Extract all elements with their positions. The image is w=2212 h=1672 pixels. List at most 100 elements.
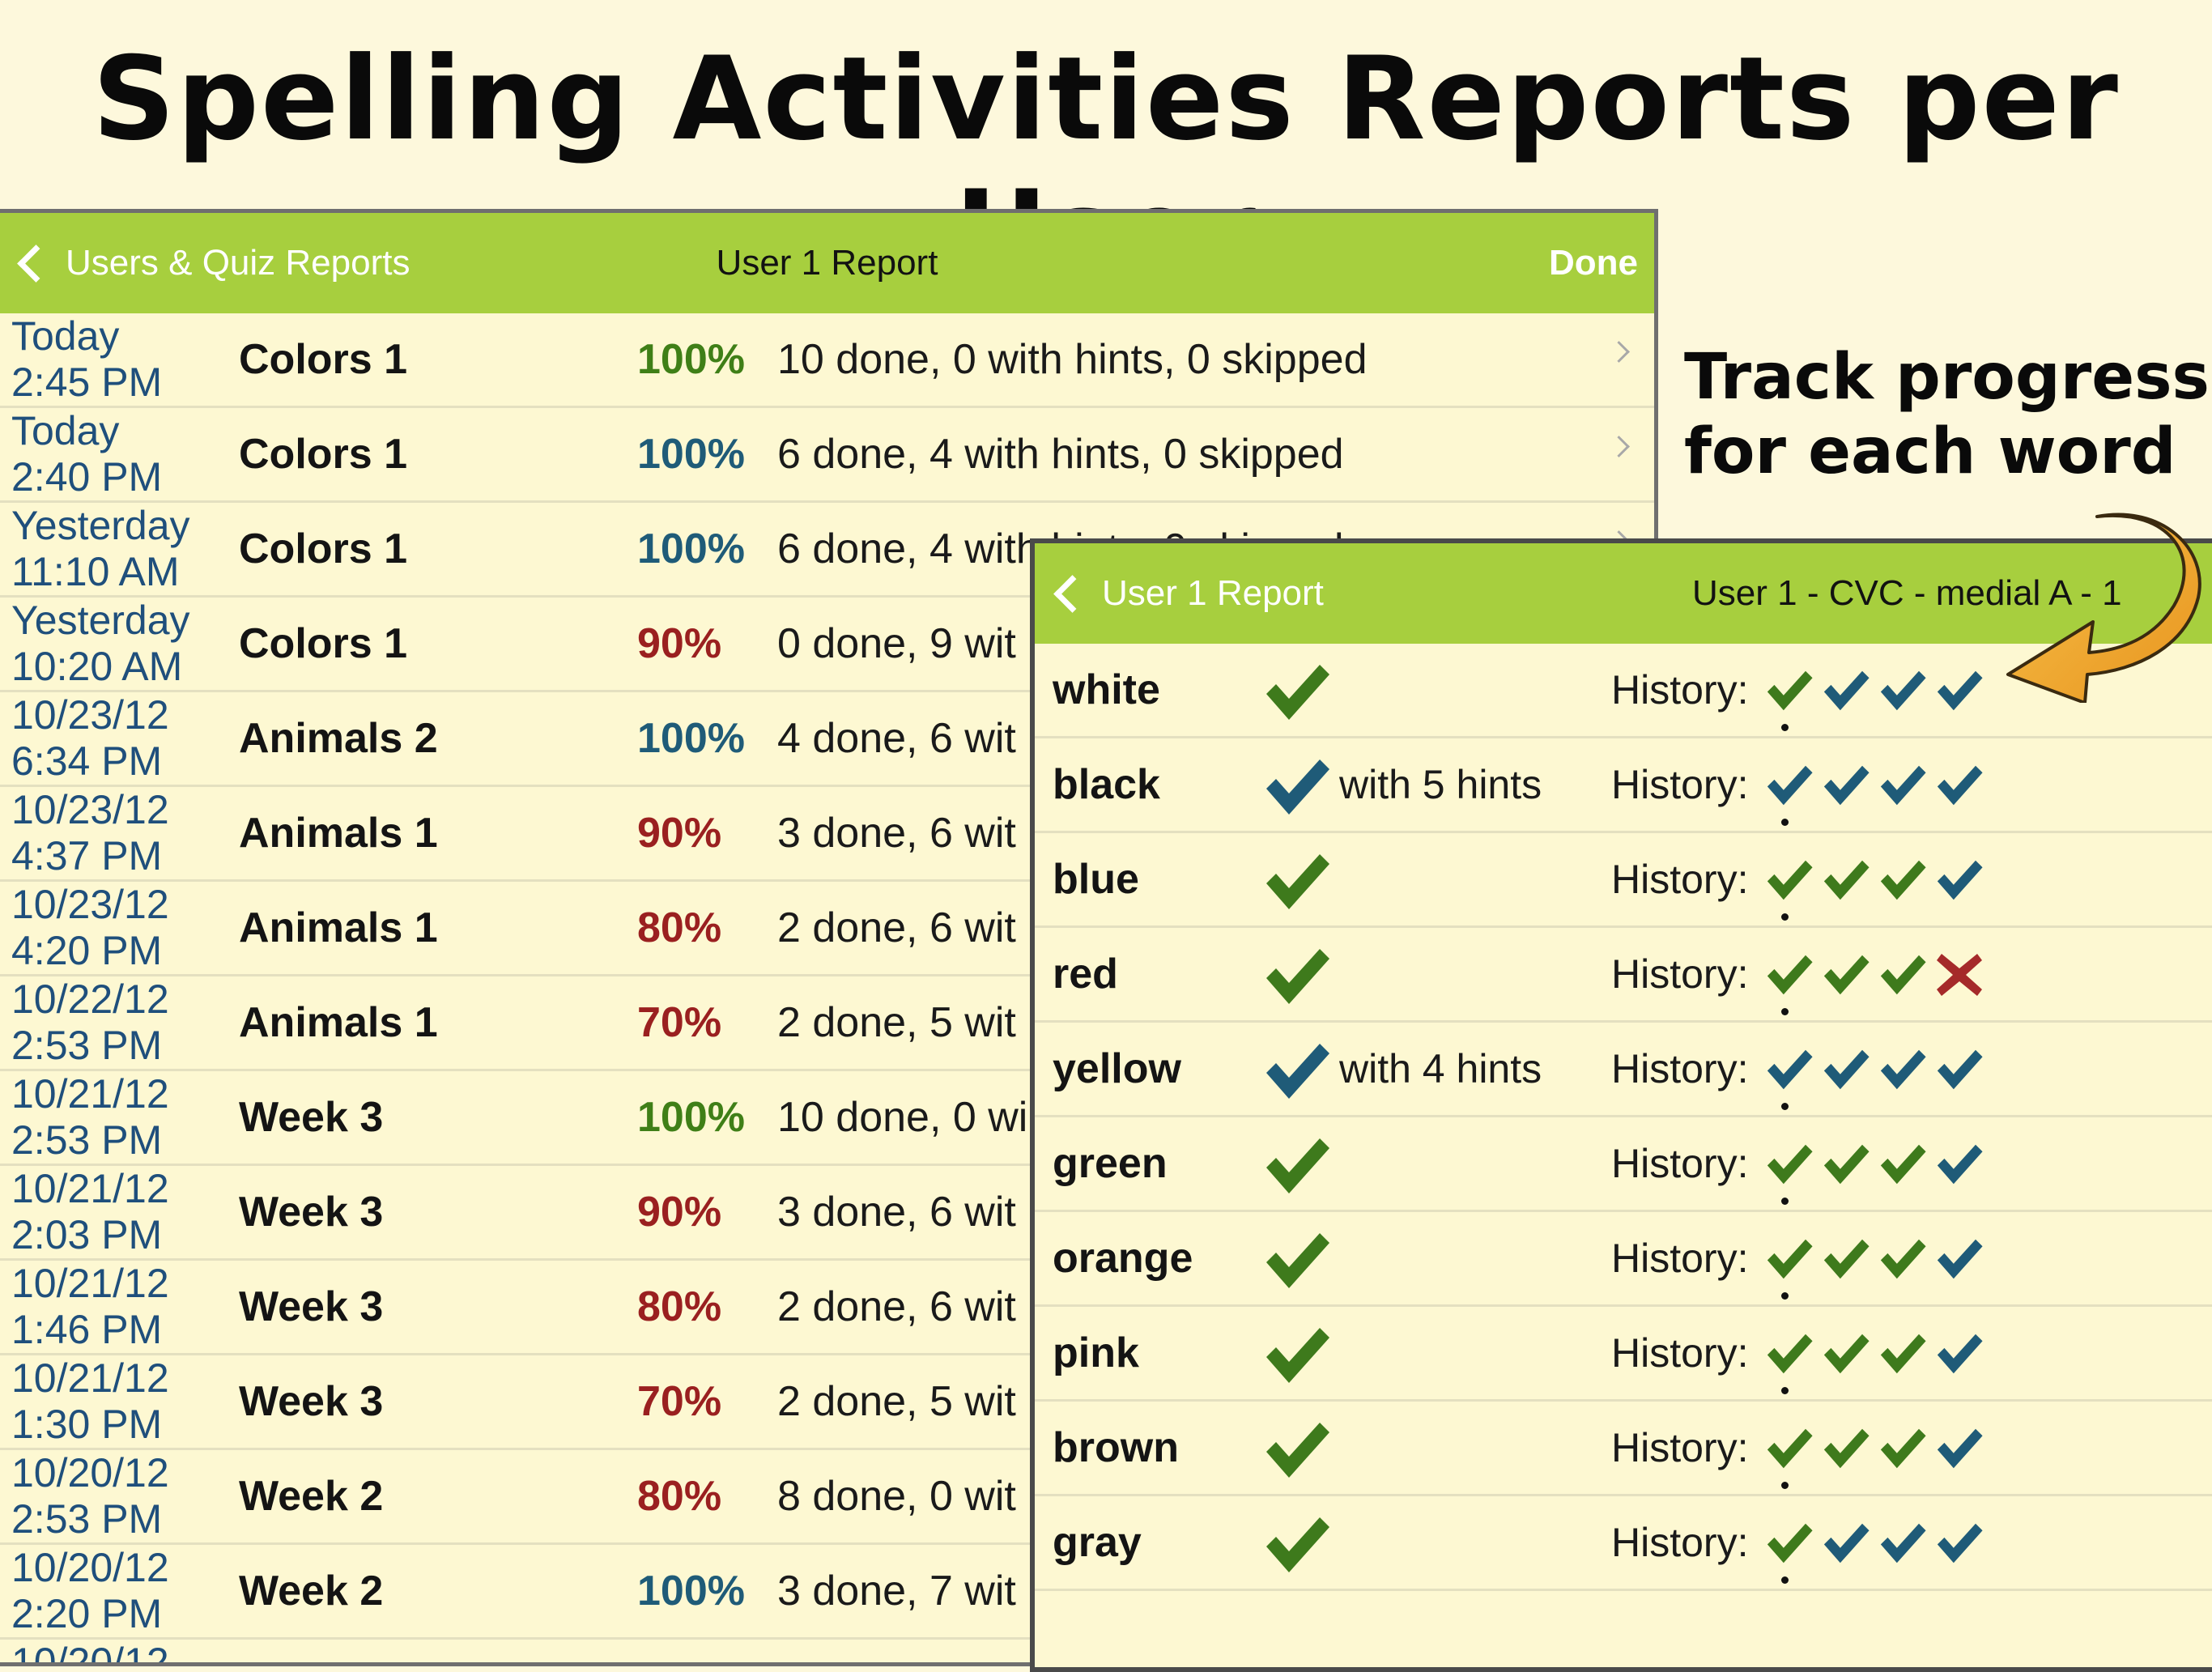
history-mark: [1935, 763, 1984, 808]
row-date-day: 10/23/12: [11, 787, 169, 832]
history-label: History:: [1611, 1520, 1749, 1565]
current-dot-icon: [1781, 913, 1789, 921]
history-label: History:: [1611, 1236, 1749, 1281]
tagline: Track progress for each word: [1684, 340, 2212, 489]
word-report-panel: User 1 Report User 1 - CVC - medial A - …: [1030, 538, 2212, 1672]
history-mark: [1935, 1426, 1984, 1471]
history-mark: [1822, 1426, 1870, 1471]
check-icon: [1880, 860, 1926, 900]
history-mark: [1822, 763, 1870, 808]
history-mark: [1765, 1047, 1814, 1110]
activity-name: Week 2: [239, 1568, 384, 1615]
check-icon: [1767, 765, 1813, 806]
history-mark: [1878, 1426, 1927, 1471]
word-row: blue History:: [1035, 833, 2212, 928]
activity-summary: 0 done, 9 wit: [777, 620, 1016, 667]
chevron-right-icon: [1608, 341, 1630, 363]
row-date-day: Yesterday: [11, 598, 190, 643]
row-date-time: 10:20 AM: [11, 644, 183, 689]
word-label: brown: [1053, 1424, 1179, 1471]
check-icon: [1937, 765, 1983, 806]
history-mark: [1935, 1331, 1984, 1376]
row-date-time: 2:45 PM: [11, 360, 163, 405]
hints-label: with 5 hints: [1339, 762, 1542, 807]
activity-summary: 2 done, 5 wit: [777, 1378, 1016, 1425]
check-icon: [1767, 1144, 1813, 1185]
check-icon: [1880, 670, 1926, 711]
current-dot-icon: [1781, 1576, 1789, 1584]
row-date-time: 2:53 PM: [11, 1496, 163, 1542]
row-date-day: Today: [11, 408, 120, 453]
history-label: History:: [1611, 1330, 1749, 1376]
row-date-time: 2:20 PM: [11, 1591, 163, 1636]
history-mark: [1935, 1236, 1984, 1282]
row-date: 10/23/12 4:20 PM: [11, 882, 222, 974]
check-icon: [1880, 765, 1926, 806]
history-marks: [1765, 1426, 1984, 1489]
row-date: Today 2:45 PM: [11, 313, 222, 406]
row-date-day: 10/23/12: [11, 882, 169, 927]
score-percent: 90%: [637, 810, 722, 857]
check-icon: [1266, 949, 1329, 1004]
tagline-line-1: Track progress: [1684, 341, 2210, 414]
check-icon: [1937, 860, 1983, 900]
back-button[interactable]: User 1 Report: [1053, 543, 1324, 644]
history-mark: [1935, 1047, 1984, 1092]
result-mark: [1263, 756, 1331, 818]
history-mark: [1878, 763, 1927, 808]
history-mark: [1765, 1236, 1814, 1300]
row-date: 10/21/12 2:53 PM: [11, 1071, 222, 1164]
activity-summary: 8 done, 0 wit: [777, 1473, 1016, 1520]
activity-name: Week 3: [239, 1189, 384, 1236]
check-icon: [1937, 1523, 1983, 1564]
activity-summary: 3 done, 6 wit: [777, 810, 1016, 857]
check-icon: [1823, 1049, 1870, 1090]
row-date-day: 10/20/12: [11, 1640, 169, 1666]
check-icon: [1767, 860, 1813, 900]
report-row[interactable]: Today 2:45 PM Colors 1 100% 10 done, 0 with …: [0, 313, 1654, 408]
activity-name: Colors 1: [239, 336, 408, 383]
row-date: 10/20/12 2:53 PM: [11, 1450, 222, 1542]
activity-name: Animals 2: [239, 715, 438, 762]
history-mark: [1935, 1142, 1984, 1187]
done-button[interactable]: Done: [1549, 213, 1638, 313]
check-icon: [1266, 665, 1329, 720]
history-label: History:: [1611, 762, 1749, 807]
word-row: green History:: [1035, 1117, 2212, 1212]
chevron-left-icon: [1053, 574, 1091, 613]
current-dot-icon: [1781, 1198, 1789, 1205]
activity-name: Colors 1: [239, 620, 408, 667]
word-row: brown History:: [1035, 1402, 2212, 1496]
check-icon: [1266, 1517, 1329, 1572]
row-date: 10/21/12 2:03 PM: [11, 1166, 222, 1258]
check-icon: [1823, 860, 1870, 900]
history-marks: [1765, 1521, 1984, 1584]
score-percent: 80%: [637, 904, 722, 951]
activity-summary: 4 done, 6 wit: [777, 715, 1016, 762]
history-mark: [1935, 952, 1984, 998]
activity-name: Week 3: [239, 1378, 384, 1425]
row-date: Yesterday 11:10 AM: [11, 503, 222, 595]
word-row: orange History:: [1035, 1212, 2212, 1307]
row-date-day: 10/20/12: [11, 1450, 169, 1495]
history-mark: [1878, 1047, 1927, 1092]
word-label: gray: [1053, 1519, 1142, 1566]
check-icon: [1266, 854, 1329, 909]
report-row[interactable]: Today 2:40 PM Colors 1 100% 6 done, 4 with h…: [0, 408, 1654, 503]
row-date: 10/20/12: [11, 1640, 222, 1666]
check-icon: [1266, 759, 1329, 815]
activity-summary: 6 done, 4 with hints, 0 skipped: [777, 431, 1344, 478]
word-label: white: [1053, 666, 1160, 713]
word-label: black: [1053, 761, 1160, 808]
current-dot-icon: [1781, 1292, 1789, 1300]
history-mark: [1878, 952, 1927, 998]
result-mark: [1263, 662, 1331, 723]
history-mark: [1765, 1521, 1814, 1584]
score-percent: 90%: [637, 1189, 722, 1236]
history-label: History:: [1611, 857, 1749, 902]
history-mark: [1822, 1236, 1870, 1282]
score-percent: 80%: [637, 1473, 722, 1520]
row-date: 10/23/12 6:34 PM: [11, 692, 222, 785]
score-percent: 90%: [637, 620, 722, 667]
check-icon: [1266, 1328, 1329, 1383]
